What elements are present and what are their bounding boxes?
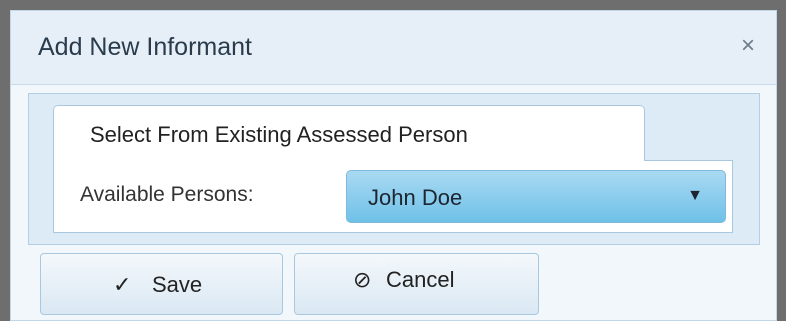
add-informant-dialog: Add New Informant × Select From Existing… — [10, 10, 777, 321]
close-icon[interactable]: × — [734, 31, 762, 61]
dialog-title: Add New Informant — [38, 33, 252, 61]
cancel-label: Cancel — [386, 267, 455, 292]
modal-backdrop-right — [777, 0, 786, 321]
save-button[interactable]: ✓ Save — [40, 253, 283, 315]
checkmark-icon: ✓ — [113, 272, 132, 297]
caret-down-icon: ▼ — [687, 187, 703, 204]
save-label: Save — [152, 272, 203, 297]
dialog-content: Select From Existing Assessed Person Ava… — [28, 93, 760, 245]
available-persons-value: John Doe — [368, 185, 463, 210]
ban-icon: ⊘ — [353, 267, 372, 292]
cancel-button[interactable]: ⊘ Cancel — [294, 253, 539, 315]
tab-select-existing-person[interactable]: Select From Existing Assessed Person — [53, 105, 645, 161]
available-persons-label: Available Persons: — [80, 183, 254, 206]
tab-label: Select From Existing Assessed Person — [90, 122, 468, 147]
tab-panel: Available Persons: John Doe ▼ — [53, 160, 733, 233]
available-persons-select[interactable]: John Doe ▼ — [346, 170, 726, 223]
dialog-titlebar: Add New Informant × — [11, 11, 776, 85]
modal-backdrop-left — [0, 0, 10, 321]
modal-backdrop-top — [0, 0, 786, 10]
